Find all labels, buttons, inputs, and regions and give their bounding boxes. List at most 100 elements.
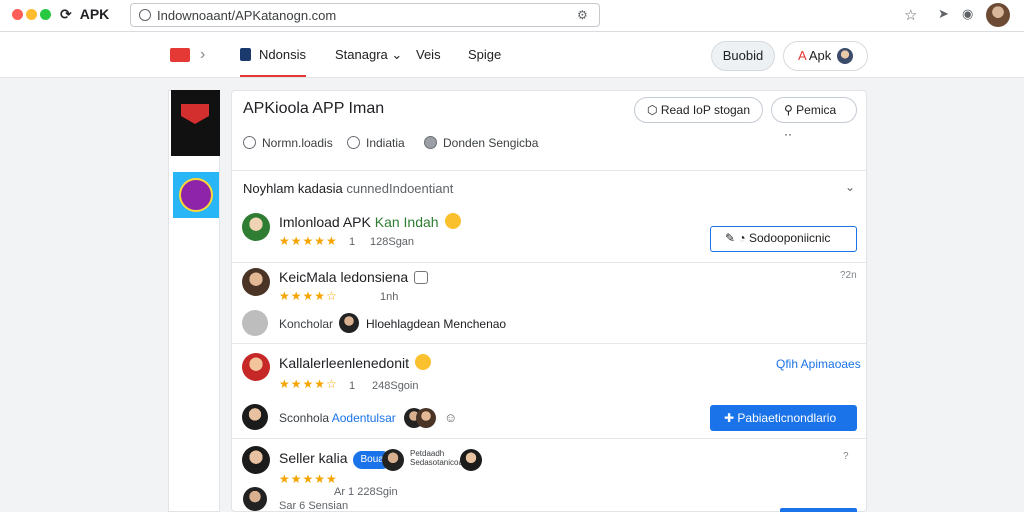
nav-tab-1[interactable]: Ndonsis	[240, 47, 306, 77]
reload-icon[interactable]: ⟳	[60, 6, 72, 23]
meta-developer: Donden Sengicba	[424, 136, 538, 150]
button-label: Read IoP stogan	[660, 103, 751, 117]
site-header	[0, 32, 1024, 78]
reviewer-name: Seller kalia Boua	[279, 450, 391, 469]
profile-avatar[interactable]	[986, 3, 1010, 27]
reviewer-name: Kallalerleenlenedonit	[279, 354, 431, 371]
review-time: ?	[843, 451, 849, 462]
meta-label: Normn.loadis	[262, 136, 333, 150]
review-count: 1	[349, 236, 356, 248]
review-primary-button[interactable]: ✚ Pabiaeticnondlario	[710, 405, 857, 431]
review-link[interactable]: Qfih Apimaoaes	[776, 357, 861, 371]
rating-stars: ★★★★☆	[279, 377, 338, 391]
document-icon	[240, 48, 251, 61]
reply-avatar[interactable]	[242, 404, 268, 430]
reviewer-name-text: KeicMala ledonsiena	[279, 269, 409, 285]
nav-tab-label: Spige	[468, 47, 502, 62]
minimize-window-button[interactable]	[26, 9, 37, 20]
divider	[232, 438, 866, 439]
nav-tab-4[interactable]: Spige	[468, 47, 501, 62]
meta-region: Indiatia	[347, 136, 405, 150]
pencil-icon: ✎	[725, 231, 736, 245]
browser-tab[interactable]: ⟳ APK	[60, 6, 109, 23]
review-action-button[interactable]: ✎ ◔ Sodooponiicnic	[710, 226, 857, 252]
chevron-down-icon[interactable]: ⌄	[845, 180, 855, 194]
reviewer-name-text: Kallalerleenlenedonit	[279, 355, 409, 371]
reviewer-name-text: Imlonload APK	[279, 214, 371, 230]
reviewer-avatar[interactable]	[242, 353, 270, 381]
caption-line-1: Petdaadh	[410, 449, 445, 458]
reviewer-avatar[interactable]	[242, 213, 270, 241]
close-window-button[interactable]	[12, 9, 23, 20]
caption-line-2: Sedasotanicoas	[410, 458, 467, 467]
shield-icon	[181, 104, 209, 124]
nav-tab-label: Ndonsis	[259, 47, 306, 62]
participant-avatar[interactable]	[382, 449, 404, 471]
participant-avatar[interactable]	[416, 408, 436, 428]
review-size: 248Sgoin	[372, 380, 419, 392]
header-button-1[interactable]: Buobid	[711, 41, 775, 71]
rating-stars: ★★★★★	[279, 234, 338, 248]
download-icon[interactable]: ◉	[962, 6, 973, 22]
app-badge-icon	[179, 178, 213, 212]
meta-label: Donden Sengicba	[443, 136, 539, 150]
shield-outline-icon: ⬡	[647, 103, 658, 117]
address-bar[interactable]: Indownoaant/APKatanogn.com ⚙	[130, 3, 600, 27]
reply-label: Sconhola Aodentulsar	[279, 411, 396, 425]
bookmark-star-icon[interactable]: ☆	[904, 6, 917, 24]
user-avatar	[837, 48, 854, 64]
apk-icon: A	[798, 48, 806, 63]
section-title-suffix: cunnedIndoentiant	[346, 181, 454, 196]
rating-stars: ★★★★★	[279, 472, 338, 486]
secondary-action-button[interactable]: ⚲ Pemica ··	[771, 97, 857, 141]
reviewer-name-text: Seller kalia	[279, 450, 348, 466]
extension-icon[interactable]: ⚙	[577, 8, 591, 22]
maximize-window-button[interactable]	[40, 9, 51, 20]
reply-avatar[interactable]	[242, 310, 268, 336]
reviewer-avatar[interactable]	[242, 446, 270, 474]
reply-text: Hloehlagdean Menchenao	[366, 317, 507, 331]
participant-avatar[interactable]	[460, 449, 482, 471]
meta-downloads: Normn.loadis	[243, 136, 333, 150]
review-time: ?2n	[840, 270, 857, 281]
reply-link[interactable]: Aodentulsar	[332, 411, 396, 425]
button-label: Pabiaeticnondlario	[737, 411, 837, 425]
reply-avatar[interactable]	[243, 487, 267, 511]
info-icon	[347, 136, 360, 149]
review-size: 128Sgan	[370, 236, 415, 248]
site-logo-icon[interactable]	[170, 48, 190, 62]
nav-tab-3[interactable]: Veis	[416, 47, 441, 62]
reviews-section-title: Noyhlam kadasia cunnedIndoentiant	[243, 181, 453, 196]
replier-avatar[interactable]	[339, 313, 359, 333]
smile-icon: ◔	[738, 231, 746, 245]
app-title: APKioola APP Iman	[243, 100, 385, 117]
browser-chrome: ⟳ APK Indownoaant/APKatanogn.com ⚙ ☆ ➤ ◉	[0, 0, 1024, 32]
reviewer-name: Imlonload APK Kan Indah	[279, 213, 461, 230]
nav-tab-label: Veis	[416, 47, 441, 62]
nav-tab-label: Stanagra	[335, 47, 388, 62]
reply-label-text: Sconhola	[279, 411, 330, 425]
app-icon-tile[interactable]	[171, 90, 220, 156]
site-info-icon[interactable]	[139, 9, 151, 21]
more-icon: ··	[784, 127, 792, 141]
meta-label: Indiatia	[366, 136, 405, 150]
primary-action-button[interactable]: ⬡ Read IoP stogan	[634, 97, 763, 123]
load-more-button[interactable]	[780, 508, 857, 512]
header-button-label: Apk	[808, 48, 832, 63]
divider	[232, 170, 866, 171]
emoji-icon	[415, 354, 431, 370]
url-text: Indownoaant/APKatanogn.com	[157, 8, 337, 23]
smile-icon[interactable]: ☺	[444, 410, 457, 425]
nav-tab-2[interactable]: Stanagra ⌄	[335, 47, 402, 63]
review-sub: Sar 6 Sensian	[279, 500, 349, 512]
secondary-app-tile[interactable]	[173, 172, 219, 218]
reviewer-avatar[interactable]	[242, 268, 270, 296]
reply-label: Koncholar	[279, 317, 334, 331]
share-icon[interactable]: ➤	[938, 6, 949, 22]
header-apk-button[interactable]: A Apk	[783, 41, 869, 71]
reviewer-name-highlight: Kan Indah	[374, 214, 439, 230]
review-meta: Ar 1 228Sgin	[334, 486, 398, 498]
reviewer-name: KeicMala ledonsiena	[279, 269, 429, 285]
review-count: 1	[349, 380, 356, 392]
rating-stars: ★★★★☆	[279, 289, 338, 303]
